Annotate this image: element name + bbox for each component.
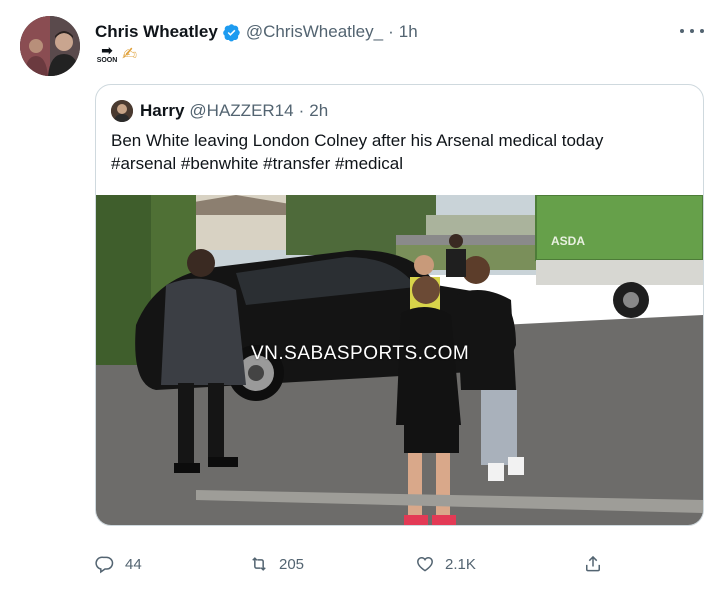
- tweet-header: Chris Wheatley @ChrisWheatley_ · 1h: [95, 20, 418, 44]
- retweet-button[interactable]: 205: [249, 552, 304, 576]
- author-handle[interactable]: @ChrisWheatley_: [246, 22, 383, 42]
- verified-badge-icon: [222, 23, 241, 42]
- writing-hand-emoji: ✍: [122, 44, 138, 64]
- watermark-text: VN.SABASPORTS.COM: [251, 343, 470, 364]
- reply-button[interactable]: 44: [95, 552, 142, 576]
- retweet-count: 205: [279, 555, 305, 573]
- like-count: 2.1K: [445, 555, 476, 573]
- quoted-author-handle[interactable]: @HAZZER14: [189, 101, 293, 121]
- more-icon[interactable]: [680, 22, 704, 40]
- tweet-text: ➡ SOON ✍: [95, 42, 138, 70]
- retweet-icon: [252, 557, 266, 571]
- author-avatar[interactable]: [20, 16, 80, 76]
- separator-dot: ·: [388, 22, 394, 41]
- quoted-avatar: [111, 100, 133, 122]
- tweet-actions: 44 205 2.1K: [95, 552, 615, 576]
- quoted-header: Harry @HAZZER14 · 2h: [111, 99, 328, 123]
- like-icon: [417, 556, 433, 572]
- quoted-time[interactable]: 2h: [309, 101, 328, 121]
- tweet-time[interactable]: 1h: [399, 22, 418, 42]
- quoted-tweet[interactable]: Harry @HAZZER14 · 2h Ben White leaving L…: [95, 84, 704, 526]
- author-name[interactable]: Chris Wheatley: [95, 22, 218, 42]
- reply-icon: [95, 556, 114, 574]
- share-button[interactable]: [583, 552, 603, 576]
- truck-logo: ASDA: [551, 234, 585, 248]
- tweet: Chris Wheatley @ChrisWheatley_ · 1h ➡ SO…: [0, 0, 725, 605]
- separator-dot: ·: [298, 101, 305, 120]
- share-icon: [586, 555, 600, 572]
- soon-arrow-emoji: ➡ SOON: [96, 42, 118, 64]
- quoted-text-line: Ben White leaving London Colney after hi…: [111, 131, 604, 150]
- quoted-hashtags[interactable]: #arsenal #benwhite #transfer #medical: [111, 152, 691, 175]
- quoted-author-name[interactable]: Harry: [140, 101, 184, 121]
- like-button[interactable]: 2.1K: [415, 552, 476, 576]
- reply-count: 44: [125, 555, 142, 573]
- quoted-photo[interactable]: ASDA VN.SABASPORTS.COM: [96, 195, 703, 525]
- quoted-text: Ben White leaving London Colney after hi…: [111, 129, 691, 175]
